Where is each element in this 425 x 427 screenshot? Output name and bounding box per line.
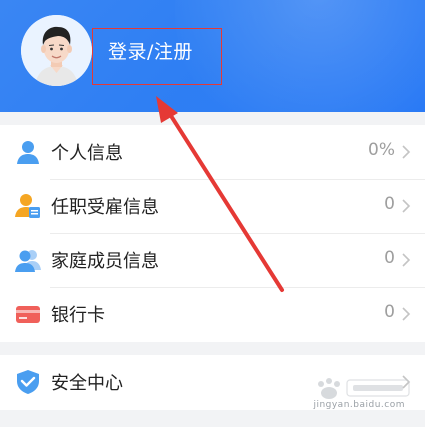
menu-item-label: 银行卡 — [51, 305, 105, 326]
divider — [50, 179, 425, 180]
person-icon — [17, 141, 39, 164]
menu-item-employment-info[interactable]: 任职受雇信息 0 — [0, 179, 425, 233]
employment-badge-icon — [15, 194, 40, 218]
avatar-icon — [21, 15, 92, 86]
menu-item-value: 0 — [384, 248, 395, 268]
chevron-right-icon — [402, 199, 411, 213]
chevron-right-icon — [402, 145, 411, 159]
profile-menu: 个人信息 0% 任职受雇信息 0 家庭成员信息 0 银行卡 0 — [0, 125, 425, 342]
baidu-jingyan-watermark-icon — [318, 378, 410, 399]
menu-item-family-info[interactable]: 家庭成员信息 0 — [0, 233, 425, 287]
menu-item-label: 家庭成员信息 — [51, 251, 159, 272]
menu-item-label: 安全中心 — [51, 373, 123, 394]
menu-item-label: 个人信息 — [51, 143, 123, 164]
menu-item-value: 0 — [384, 302, 395, 322]
menu-item-bank-card[interactable]: 银行卡 0 — [0, 287, 425, 341]
family-members-icon — [15, 250, 41, 272]
avatar[interactable] — [21, 15, 92, 86]
divider — [50, 287, 425, 288]
menu-item-personal-info[interactable]: 个人信息 0% — [0, 125, 425, 179]
menu-item-value: 0% — [368, 140, 395, 160]
watermark-text: jingyan.baidu.com — [313, 400, 405, 410]
login-register-link[interactable]: 登录/注册 — [108, 37, 193, 64]
chevron-right-icon — [402, 307, 411, 321]
divider — [50, 233, 425, 234]
profile-header: 登录/注册 — [0, 0, 425, 112]
shield-check-icon — [17, 370, 39, 394]
menu-item-label: 任职受雇信息 — [51, 197, 159, 218]
menu-item-value: 0 — [384, 194, 395, 214]
chevron-right-icon — [402, 253, 411, 267]
bank-card-icon — [16, 306, 40, 323]
